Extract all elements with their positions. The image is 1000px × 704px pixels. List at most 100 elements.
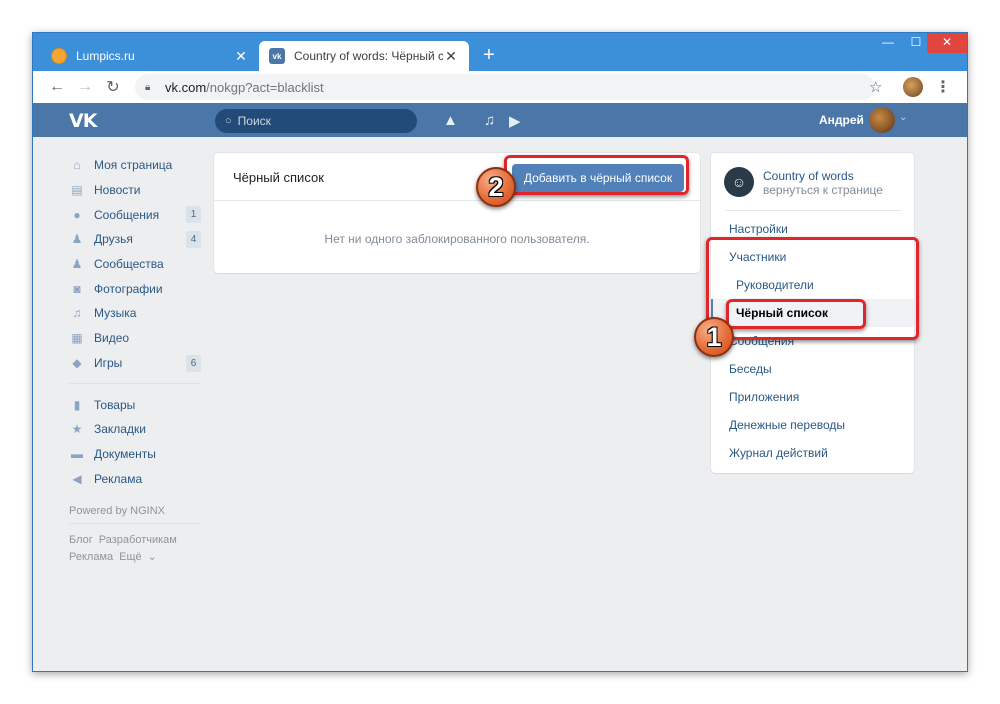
sidebar-item-music[interactable]: ♫ Музыка: [69, 301, 201, 326]
sidebar-divider: [69, 522, 201, 524]
forward-arrow-icon[interactable]: →: [71, 78, 99, 96]
sidebar-item-ads[interactable]: ◀ Реклама: [69, 466, 201, 491]
close-window-button[interactable]: ✕: [927, 33, 967, 53]
sidebar-item-games[interactable]: ◆ Игры 6: [69, 351, 201, 376]
sidebar-item-label: Сообщения: [94, 207, 160, 222]
video-icon: ▦: [71, 331, 83, 346]
ads-icon: ◀: [72, 471, 82, 486]
highlight-blacklist-item: [726, 299, 866, 329]
footer-link-more[interactable]: Ещё: [119, 551, 142, 563]
step-marker-2: 2: [476, 167, 516, 207]
chevron-down-icon[interactable]: ⌄: [148, 551, 157, 563]
sidebar-item-label: Игры: [94, 355, 123, 370]
bookmarks-icon: ★: [71, 422, 83, 437]
sidebar-item-bookmarks[interactable]: ★ Закладки: [69, 417, 201, 442]
sidebar-item-label: Моя страница: [94, 158, 173, 173]
minimize-button[interactable]: —: [873, 33, 903, 53]
video-play-icon[interactable]: ▶: [509, 112, 521, 130]
sidebar-item-label: Реклама: [94, 471, 143, 486]
page-title: Чёрный список: [233, 170, 324, 185]
browser-window: Lumpics.ru ✕ vk Country of words: Чёрный…: [32, 32, 968, 672]
empty-state-text: Нет ни одного заблокированного пользоват…: [324, 232, 590, 246]
sidebar-item-communities[interactable]: ♟ Сообщества: [69, 252, 201, 277]
photo-icon: ◙: [73, 281, 81, 296]
vk-header: VK ○ Поиск ▲ ♫ ▶ Андрей ⌄: [33, 103, 967, 137]
friends-icon: ♟: [71, 232, 83, 247]
count-badge: 6: [186, 354, 201, 372]
sidebar-item-label: Сообщества: [94, 257, 164, 272]
news-icon: ▤: [71, 183, 83, 198]
profile-avatar-icon[interactable]: [903, 77, 923, 97]
highlight-add-button: [504, 155, 689, 195]
browser-toolbar: ← → ↻ 🔒︎ vk.com/nokgp?act=blacklist ☆ ⋮: [33, 71, 967, 103]
back-arrow-icon[interactable]: ←: [43, 78, 71, 96]
community-avatar[interactable]: ☺: [724, 167, 754, 197]
close-tab-icon[interactable]: ✕: [233, 48, 249, 64]
footer-link-blog[interactable]: Блог: [69, 534, 93, 546]
chevron-down-icon[interactable]: ⌄: [899, 112, 907, 123]
lock-icon: 🔒︎: [145, 82, 151, 93]
tab-vk-blacklist[interactable]: vk Country of words: Чёрный списс ✕: [259, 41, 469, 71]
sidebar-item-label: Фотографии: [94, 281, 163, 296]
sidebar-item-label: Музыка: [94, 306, 137, 321]
messages-icon: ●: [73, 207, 81, 222]
count-badge: 4: [186, 231, 201, 249]
music-note-icon[interactable]: ♫: [484, 112, 495, 129]
menu-item-money-transfers[interactable]: Денежные переводы: [711, 411, 914, 439]
sidebar-item-messages[interactable]: ● Сообщения 1: [69, 202, 201, 227]
sidebar-item-label: Новости: [94, 183, 141, 198]
search-input[interactable]: ○ Поиск: [215, 109, 417, 133]
home-icon: ⌂: [73, 158, 81, 173]
sidebar-item-news[interactable]: ▤ Новости: [69, 178, 201, 203]
sidebar-item-label: Друзья: [94, 232, 133, 247]
user-name[interactable]: Андрей: [819, 113, 864, 127]
tab-title: Country of words: Чёрный списс: [294, 49, 443, 63]
footer-links: Блог Разработчикам Реклама Ещё ⌄: [69, 532, 201, 566]
vk-favicon-icon: vk: [269, 48, 285, 64]
sidebar-item-video[interactable]: ▦ Видео: [69, 326, 201, 351]
footer-link-ads[interactable]: Реклама: [69, 551, 113, 563]
step-marker-1: 1: [694, 317, 734, 357]
close-tab-icon[interactable]: ✕: [443, 48, 459, 64]
powered-by: Powered by NGINX: [69, 504, 165, 517]
sidebar-item-goods[interactable]: ▮ Товары: [69, 392, 201, 417]
search-placeholder: Поиск: [237, 114, 271, 128]
sidebar-item-photos[interactable]: ◙ Фотографии: [69, 276, 201, 301]
sidebar-item-label: Документы: [94, 446, 156, 461]
left-sidebar: ⌂ Моя страница ▤ Новости ● Сообщения 1 ♟ Друз…: [69, 153, 201, 566]
documents-icon: ▬: [71, 446, 83, 461]
sidebar-item-label: Товары: [94, 397, 136, 412]
notifications-bell-icon[interactable]: ▲: [443, 112, 458, 129]
back-to-page-link[interactable]: вернуться к странице: [763, 183, 883, 197]
url-host: vk.com: [165, 79, 207, 95]
menu-divider: [725, 210, 901, 211]
menu-item-action-log[interactable]: Журнал действий: [711, 439, 914, 467]
bookmark-star-icon[interactable]: ☆: [869, 78, 882, 96]
vk-logo[interactable]: VK: [69, 110, 97, 132]
menu-kebab-icon[interactable]: ⋮: [935, 77, 951, 97]
menu-item-chats[interactable]: Беседы: [711, 355, 914, 383]
search-icon: ○: [225, 115, 232, 127]
music-icon: ♫: [72, 306, 82, 321]
footer-link-dev[interactable]: Разработчикам: [99, 534, 177, 546]
community-name[interactable]: Country of words: [763, 169, 854, 183]
lumpics-favicon-icon: [51, 48, 67, 64]
count-badge: 1: [186, 206, 201, 224]
tab-title: Lumpics.ru: [76, 49, 135, 63]
sidebar-item-label: Закладки: [94, 422, 146, 437]
sidebar-item-my-page[interactable]: ⌂ Моя страница: [69, 153, 201, 178]
tab-strip: Lumpics.ru ✕ vk Country of words: Чёрный…: [33, 33, 967, 71]
goods-icon: ▮: [73, 397, 81, 412]
menu-item-apps[interactable]: Приложения: [711, 383, 914, 411]
new-tab-button[interactable]: +: [479, 45, 499, 65]
games-icon: ◆: [72, 355, 82, 370]
sidebar-item-documents[interactable]: ▬ Документы: [69, 442, 201, 467]
reload-icon[interactable]: ↻: [99, 77, 127, 97]
sidebar-item-friends[interactable]: ♟ Друзья 4: [69, 227, 201, 252]
address-bar[interactable]: 🔒︎ vk.com/nokgp?act=blacklist: [135, 74, 875, 100]
tab-lumpics[interactable]: Lumpics.ru ✕: [41, 41, 259, 71]
communities-icon: ♟: [71, 257, 83, 272]
sidebar-divider: [69, 383, 201, 385]
user-avatar[interactable]: [869, 107, 895, 133]
sidebar-item-label: Видео: [94, 331, 130, 346]
